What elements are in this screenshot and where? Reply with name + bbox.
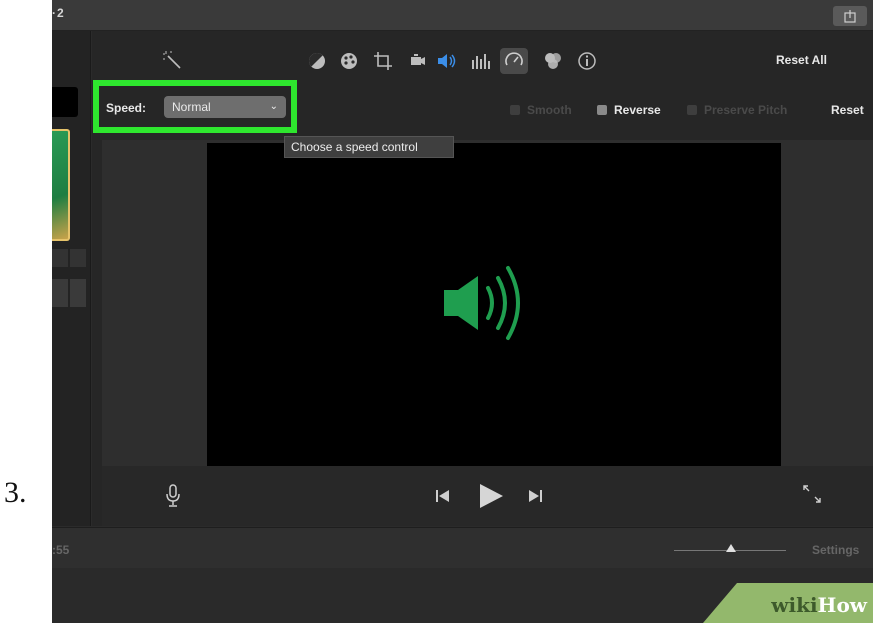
settings-button[interactable]: Settings bbox=[812, 543, 859, 557]
timeline-cell bbox=[52, 279, 68, 307]
chevron-down-icon: ⌄ bbox=[269, 101, 278, 112]
reset-all-button[interactable]: Reset All bbox=[776, 53, 827, 67]
timeline-header: :55 Settings bbox=[52, 527, 873, 568]
equalizer-icon[interactable] bbox=[470, 50, 492, 72]
reverse-checkbox[interactable]: Reverse bbox=[597, 103, 661, 117]
timeline-cell bbox=[70, 249, 86, 267]
zoom-slider-knob[interactable] bbox=[726, 544, 736, 552]
skip-back-icon[interactable] bbox=[435, 488, 451, 509]
wikihow-logo: wikiHow bbox=[771, 593, 867, 617]
checkbox-icon bbox=[510, 105, 520, 115]
window-title: · 2 bbox=[52, 6, 64, 20]
color-palette-icon[interactable] bbox=[338, 50, 360, 72]
tooltip: Choose a speed control bbox=[284, 136, 454, 158]
checkbox-icon bbox=[687, 105, 697, 115]
browser-search-field[interactable] bbox=[52, 87, 78, 117]
title-bar: · 2 bbox=[52, 0, 873, 31]
adjustments-toolbar: Reset All bbox=[92, 40, 873, 80]
smooth-label: Smooth bbox=[527, 103, 572, 117]
share-icon bbox=[844, 10, 856, 23]
reverse-label: Reverse bbox=[614, 103, 661, 117]
microphone-icon[interactable] bbox=[165, 484, 181, 513]
fullscreen-icon[interactable] bbox=[802, 484, 822, 509]
reset-button[interactable]: Reset bbox=[831, 103, 864, 117]
stabilization-icon[interactable] bbox=[406, 50, 428, 72]
timeline-cell bbox=[70, 279, 86, 307]
preserve-pitch-label: Preserve Pitch bbox=[704, 103, 788, 117]
timecode: :55 bbox=[52, 543, 70, 557]
speed-dropdown-value: Normal bbox=[172, 100, 211, 114]
speaker-icon bbox=[442, 258, 542, 353]
share-button[interactable] bbox=[833, 6, 867, 26]
magic-wand-icon[interactable] bbox=[162, 50, 184, 72]
volume-icon[interactable] bbox=[436, 50, 458, 72]
imovie-window: · 2 Reset All Speed: Normal ⌄ Smooth Rev… bbox=[52, 0, 873, 623]
crop-icon[interactable] bbox=[372, 50, 394, 72]
speed-dropdown[interactable]: Normal ⌄ bbox=[164, 96, 286, 118]
timeline-area: wikiHow bbox=[52, 568, 873, 623]
filter-icon[interactable] bbox=[542, 50, 564, 72]
play-icon[interactable] bbox=[478, 483, 504, 514]
clip-thumbnail[interactable] bbox=[52, 129, 70, 241]
browser-panel bbox=[52, 31, 91, 526]
preserve-pitch-checkbox[interactable]: Preserve Pitch bbox=[687, 103, 787, 117]
speed-label: Speed: bbox=[106, 101, 147, 115]
skip-forward-icon[interactable] bbox=[527, 488, 543, 509]
speed-icon[interactable] bbox=[500, 48, 528, 74]
smooth-checkbox[interactable]: Smooth bbox=[510, 103, 572, 117]
timeline-cell bbox=[52, 249, 68, 267]
info-icon[interactable] bbox=[576, 50, 598, 72]
step-number: 3. bbox=[4, 476, 27, 509]
checkbox-icon bbox=[597, 105, 607, 115]
color-balance-icon[interactable] bbox=[306, 50, 328, 72]
